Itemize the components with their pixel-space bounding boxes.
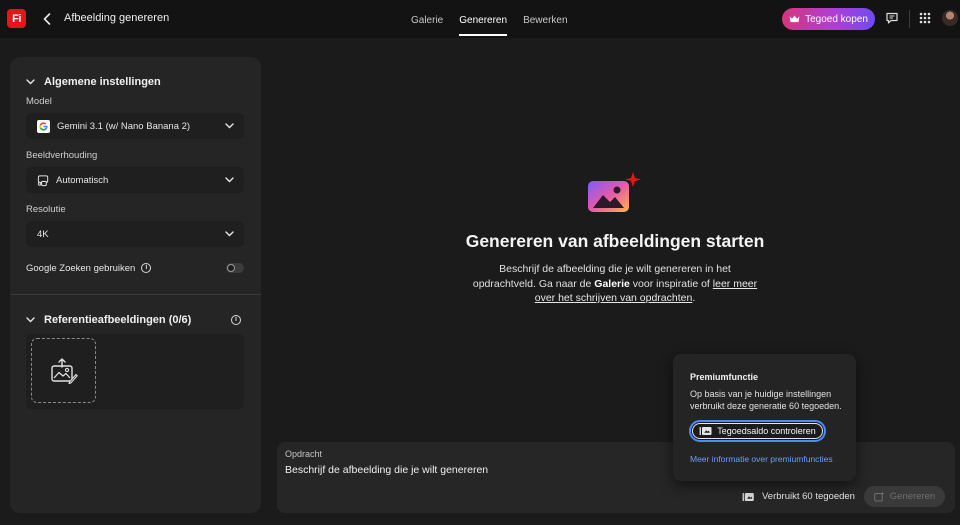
chevron-down-icon <box>26 79 35 85</box>
gallery-highlight: Galerie <box>594 277 630 290</box>
popover-title: Premiumfunctie <box>690 372 759 382</box>
chevron-down-icon <box>26 317 35 323</box>
credit-cost: Verbruikt 60 tegoeden <box>742 491 855 502</box>
aspect-ratio-label: Beeldverhouding <box>26 150 98 161</box>
credits-icon <box>699 427 712 435</box>
buy-credits-label: Tegoed kopen <box>805 13 868 25</box>
upload-reference-button[interactable] <box>31 338 96 403</box>
feedback-icon[interactable] <box>885 11 899 25</box>
top-bar: Fi Afbeelding genereren Galerie Generere… <box>0 0 960 38</box>
upload-image-icon <box>50 357 78 384</box>
aspect-ratio-value: Automatisch <box>56 174 109 186</box>
resolution-label: Resolutie <box>26 204 66 215</box>
reference-images-area <box>26 334 244 409</box>
generate-button[interactable]: Genereren <box>864 486 945 507</box>
generate-label: Genereren <box>889 491 936 502</box>
desc-text-2: voor inspiratie of <box>629 277 713 290</box>
google-search-row: Google Zoeken gebruiken i <box>26 261 244 275</box>
chevron-down-icon <box>225 177 234 183</box>
credits-icon <box>742 492 754 501</box>
back-button[interactable] <box>40 11 54 27</box>
google-icon <box>37 119 50 133</box>
model-label: Model <box>26 96 52 107</box>
header-divider <box>909 10 910 28</box>
chevron-down-icon <box>225 123 234 129</box>
premium-popover: Premiumfunctie Op basis van je huidige i… <box>673 354 856 481</box>
settings-panel: Algemene instellingen Model Gemini 3.1 (… <box>10 57 261 513</box>
tab-generate[interactable]: Genereren <box>451 0 515 38</box>
tab-edit[interactable]: Bewerken <box>515 0 575 38</box>
google-search-toggle[interactable] <box>226 263 244 273</box>
general-settings-header[interactable]: Algemene instellingen <box>26 76 161 88</box>
tab-gallery[interactable]: Galerie <box>403 0 451 38</box>
prompt-label: Opdracht <box>285 449 323 459</box>
model-value: Gemini 3.1 (w/ Nano Banana 2) <box>57 120 191 132</box>
info-icon[interactable]: i <box>231 315 241 325</box>
empty-state-title: Genereren van afbeeldingen starten <box>465 231 765 251</box>
avatar[interactable] <box>942 10 958 26</box>
apps-grid-icon[interactable] <box>918 11 932 25</box>
generate-icon <box>873 491 885 502</box>
resolution-value: 4K <box>37 228 49 240</box>
google-search-label: Google Zoeken gebruiken <box>26 262 136 274</box>
resolution-select[interactable]: 4K <box>26 221 244 247</box>
check-credit-balance-button[interactable]: Tegoedsaldo controleren <box>689 420 826 442</box>
chevron-down-icon <box>225 231 234 237</box>
generate-image-icon <box>588 172 641 212</box>
premium-info-link[interactable]: Meer informatie over premiumfuncties <box>690 454 833 464</box>
model-select[interactable]: Gemini 3.1 (w/ Nano Banana 2) <box>26 113 244 139</box>
credit-cost-text: Verbruikt 60 tegoeden <box>762 491 855 502</box>
panel-divider <box>10 294 261 295</box>
empty-state-description: Beschrijf de afbeelding die je wilt gene… <box>470 262 760 306</box>
buy-credits-button[interactable]: Tegoed kopen <box>782 8 875 30</box>
page-title: Afbeelding genereren <box>64 12 170 24</box>
aspect-ratio-select[interactable]: Automatisch <box>26 167 244 193</box>
reference-images-title: Referentieafbeeldingen (0/6) <box>44 314 192 326</box>
crown-icon <box>789 15 800 23</box>
popover-description: Op basis van je huidige instellingen ver… <box>690 389 842 411</box>
info-icon[interactable]: i <box>141 263 152 273</box>
prompt-input[interactable] <box>285 462 685 478</box>
check-credit-balance-label: Tegoedsaldo controleren <box>717 426 816 436</box>
back-arrow-icon <box>43 13 51 25</box>
main-tabs: Galerie Genereren Bewerken <box>403 0 576 38</box>
general-settings-title: Algemene instellingen <box>44 76 161 88</box>
app-logo[interactable]: Fi <box>7 9 26 28</box>
reference-images-header[interactable]: Referentieafbeeldingen (0/6) <box>26 314 191 326</box>
desc-text-end: . <box>692 292 696 304</box>
aspect-ratio-icon <box>37 174 49 186</box>
